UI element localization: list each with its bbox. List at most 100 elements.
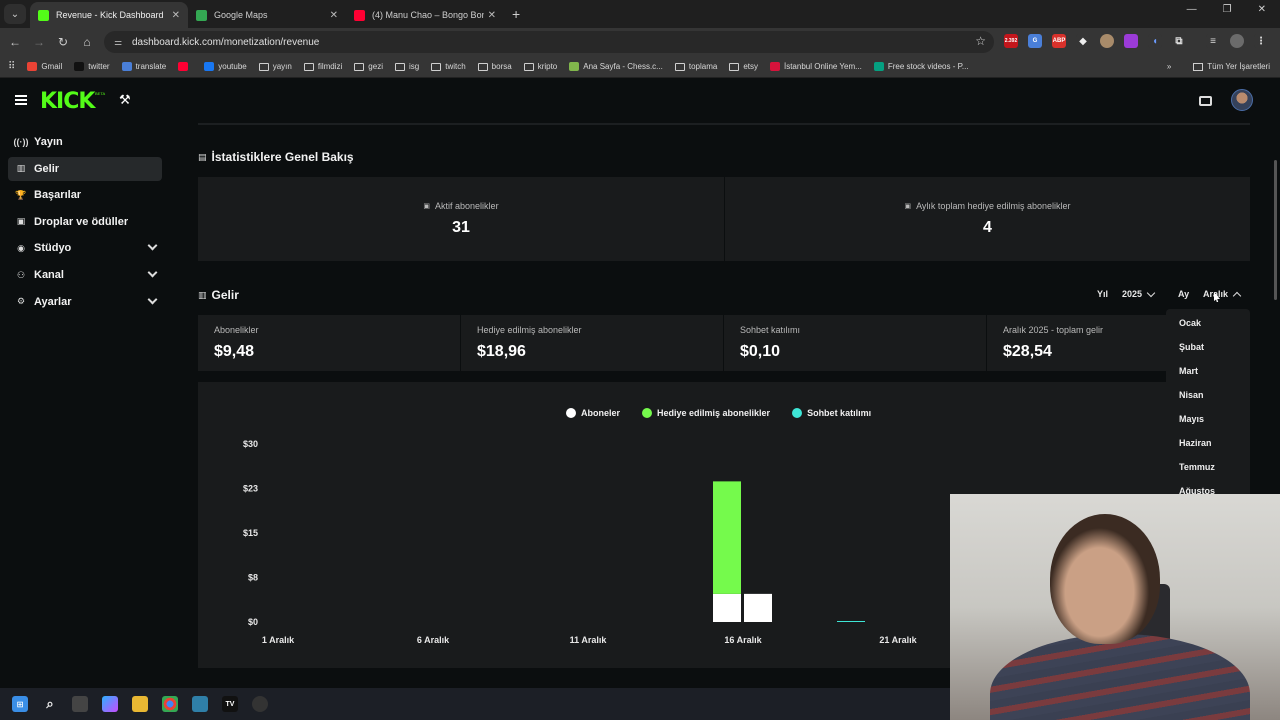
month-option[interactable]: Mayıs <box>1179 414 1204 424</box>
back-icon[interactable]: ← <box>3 35 27 49</box>
month-option[interactable]: Haziran <box>1179 438 1212 448</box>
month-option[interactable]: Temmuz <box>1179 462 1215 472</box>
bar-hediye-edilmiş-abonelikler-day-15[interactable] <box>713 481 741 594</box>
bookmark-item[interactable]: isg <box>394 62 419 71</box>
bookmark-item[interactable]: youtube <box>204 62 247 71</box>
bookmark-item[interactable]: filmdizi <box>303 62 342 71</box>
profile-extension-icon[interactable] <box>1100 34 1114 48</box>
sidebar-item-1[interactable]: ((·)) Yayın <box>8 130 162 154</box>
tradingview-icon[interactable]: TV <box>222 696 238 712</box>
forward-icon[interactable]: → <box>27 35 51 49</box>
bookmark-item[interactable]: etsy <box>729 62 758 71</box>
user-avatar[interactable] <box>1231 89 1253 111</box>
chrome-icon[interactable] <box>162 696 178 712</box>
bar-aboneler-day-16[interactable] <box>744 593 772 622</box>
month-option[interactable]: Şubat <box>1179 342 1204 352</box>
page-scrollbar[interactable] <box>1274 160 1277 300</box>
browser-tab[interactable]: (4) Manu Chao – Bongo Bong / ✕ <box>346 2 504 28</box>
bookmark-item[interactable]: toplama <box>674 62 717 71</box>
bookmark-item[interactable]: gezi <box>354 62 383 71</box>
audio-extension-icon[interactable]: ◖ <box>1148 34 1162 48</box>
bookmark-item[interactable]: borsa <box>477 62 512 71</box>
dashboard-sidebar: ((·)) Yayın ▥ Gelir 🏆 Başarılar ▣ Droplar ve öd… <box>0 123 170 683</box>
bookmark-item[interactable]: twitch <box>431 62 466 71</box>
puzzle-extensions-icon[interactable]: ⧉ <box>1172 34 1186 48</box>
app-icon[interactable] <box>192 696 208 712</box>
diamond-extension-icon[interactable]: ◆ <box>1076 34 1090 48</box>
bar-sohbet-katılımı-day-19[interactable] <box>837 621 865 622</box>
minimize-icon[interactable]: — <box>1187 4 1197 15</box>
bookmark-label: translate <box>135 62 167 71</box>
bookmark-item[interactable]: Ana Sayfa - Chess.c... <box>569 62 663 71</box>
bookmark-star-icon[interactable]: ☆ <box>975 34 986 48</box>
close-tab-icon[interactable]: ✕ <box>172 10 180 21</box>
month-option[interactable]: Ağustos <box>1179 486 1215 494</box>
sidebar-item-5[interactable]: ◉ Stüdyo <box>8 236 162 260</box>
sidebar-item-label: Ayarlar <box>34 295 72 308</box>
bookmark-favicon-icon <box>74 62 85 71</box>
home-icon[interactable]: ⌂ <box>75 35 99 49</box>
hamburger-menu-icon[interactable] <box>15 95 27 105</box>
abp-extension-icon[interactable]: ABP <box>1052 34 1066 48</box>
recorder-icon[interactable] <box>252 696 268 712</box>
apps-grid-icon[interactable]: ⠿ <box>8 61 15 72</box>
more-bookmarks-icon[interactable]: » <box>1167 62 1171 71</box>
all-bookmarks-link[interactable]: Tüm Yer İşaretleri <box>1207 62 1270 71</box>
close-tab-icon[interactable]: ✕ <box>330 10 338 21</box>
sidebar-item-label: Başarılar <box>34 189 82 202</box>
file-explorer-icon[interactable] <box>132 696 148 712</box>
bookmark-item[interactable]: İstanbul Online Yem... <box>769 62 862 71</box>
month-option[interactable]: Ocak <box>1179 318 1201 328</box>
sidebar-item-4[interactable]: ▣ Droplar ve ödüller <box>8 210 162 234</box>
year-select[interactable]: 2025 <box>1122 288 1156 299</box>
browser-tab[interactable]: Revenue - Kick Dashboard ✕ <box>30 2 188 28</box>
bookmark-item[interactable]: kripto <box>523 62 557 71</box>
translate-extension-icon[interactable]: G <box>1028 34 1042 48</box>
bookmark-item[interactable]: Facebook <box>178 62 192 71</box>
reload-icon[interactable]: ↻ <box>51 35 75 49</box>
bookmark-item[interactable]: translate <box>121 62 167 71</box>
month-option[interactable]: Nisan <box>1179 390 1204 400</box>
media-control-icon[interactable]: ≡ <box>1206 34 1220 48</box>
month-label: Ay <box>1178 289 1190 299</box>
search-icon[interactable]: ⌕ <box>42 696 58 712</box>
sidebar-item-7[interactable]: ⚙ Ayarlar <box>8 290 162 314</box>
sidebar-item-3[interactable]: 🏆 Başarılar <box>8 183 162 207</box>
bookmark-label: borsa <box>491 62 512 71</box>
task-view-icon[interactable] <box>72 696 88 712</box>
bookmark-item[interactable]: Gmail <box>27 62 62 71</box>
address-bar[interactable]: ⚌ dashboard.kick.com/monetization/revenu… <box>104 31 994 53</box>
maximize-icon[interactable]: ❐ <box>1223 4 1232 15</box>
purple-extension-icon[interactable] <box>1124 34 1138 48</box>
extension-badge-icon[interactable]: 2.392 <box>1004 34 1018 48</box>
browser-menu-icon[interactable]: ⋮ <box>1254 34 1268 48</box>
new-tab-button[interactable]: + <box>512 6 520 22</box>
close-tab-icon[interactable]: ✕ <box>488 10 496 21</box>
browser-profile-avatar[interactable] <box>1230 34 1244 48</box>
bookmark-item[interactable]: Free stock videos - P... <box>873 62 969 71</box>
bookmark-item[interactable]: yayın <box>258 62 292 71</box>
windows-start-icon[interactable]: ⊞ <box>12 696 28 712</box>
hammer-icon[interactable]: ⚒ <box>119 92 131 108</box>
site-info-icon[interactable]: ⚌ <box>114 37 126 48</box>
close-window-icon[interactable]: ✕ <box>1258 4 1266 15</box>
month-option[interactable]: Mart <box>1179 366 1198 376</box>
bookmark-favicon-icon <box>569 62 580 71</box>
chevron-down-icon[interactable] <box>147 267 158 278</box>
bookmark-item[interactable]: twitter <box>74 62 110 71</box>
tab-search-icon[interactable]: ⌄ <box>4 4 26 24</box>
sidebar-item-6[interactable]: ⚇ Kanal <box>8 263 162 287</box>
stat-gifted-subs: ▣ Aylık toplam hediye edilmiş abonelikler… <box>725 177 1250 261</box>
kick-logo[interactable]: KICK <box>40 89 95 114</box>
chevron-down-icon[interactable] <box>147 240 158 251</box>
bar-aboneler-day-15[interactable] <box>713 593 741 622</box>
month-select[interactable]: Aralık <box>1203 289 1242 300</box>
stat-icon: ▣ <box>904 203 912 210</box>
browser-tab[interactable]: Google Maps ✕ <box>188 2 346 28</box>
chevron-down-icon[interactable] <box>147 294 158 305</box>
copilot-icon[interactable] <box>102 696 118 712</box>
year-label: Yıl <box>1097 289 1109 299</box>
sidebar-item-2[interactable]: ▥ Gelir <box>8 156 162 181</box>
chevron-down-icon <box>1146 288 1156 297</box>
tv-icon[interactable] <box>1199 96 1212 106</box>
